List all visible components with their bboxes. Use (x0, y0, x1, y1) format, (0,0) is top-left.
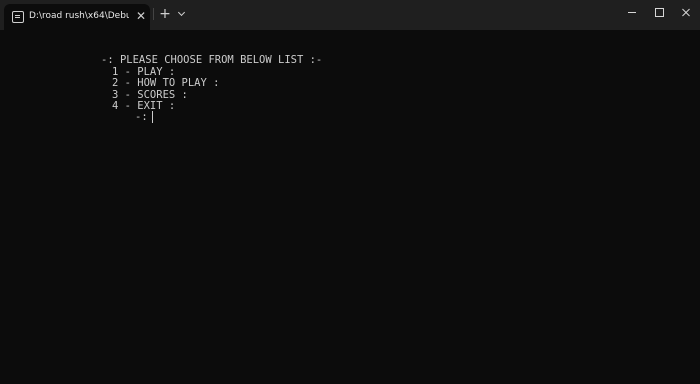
input-prompt: -: (135, 111, 148, 123)
tab-title: D:\road rush\x64\Debug\roac (29, 11, 129, 21)
new-tab-button[interactable]: + (159, 7, 171, 21)
maximize-button[interactable] (644, 0, 674, 26)
close-window-button[interactable] (672, 0, 700, 26)
chevron-down-icon[interactable] (176, 8, 188, 20)
terminal-tab[interactable]: D:\road rush\x64\Debug\roac ✕ (4, 4, 150, 30)
close-tab-icon[interactable]: ✕ (135, 9, 147, 23)
console-output[interactable]: -: PLEASE CHOOSE FROM BELOW LIST :- 1 - … (0, 30, 700, 384)
text-cursor (152, 111, 153, 123)
menu-header: -: PLEASE CHOOSE FROM BELOW LIST :- (101, 54, 323, 66)
menu-option-how-to-play: 2 - HOW TO PLAY : (112, 77, 220, 89)
tab-separator (153, 8, 154, 20)
terminal-icon (12, 11, 24, 23)
title-bar: D:\road rush\x64\Debug\roac ✕ + (0, 0, 700, 30)
